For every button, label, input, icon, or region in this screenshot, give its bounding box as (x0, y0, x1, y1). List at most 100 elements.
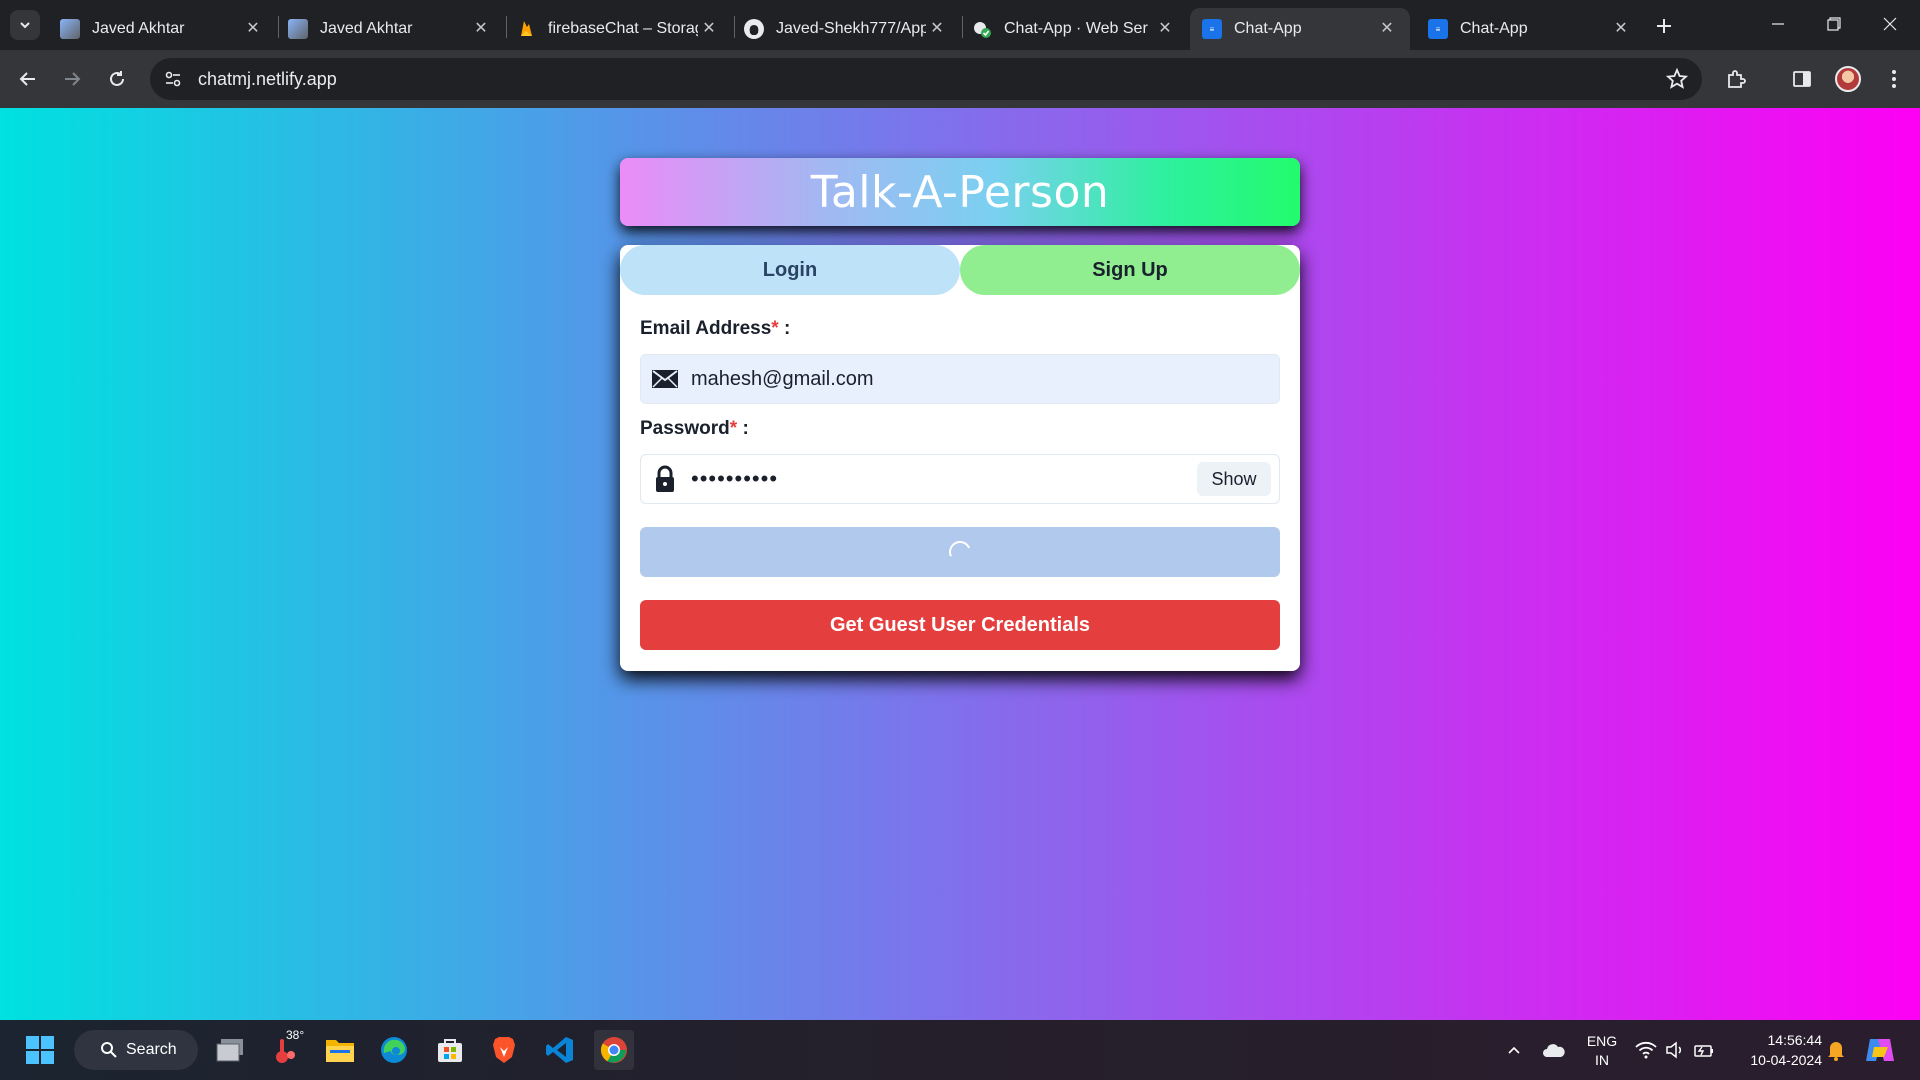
email-field[interactable] (640, 354, 1280, 404)
weather-widget[interactable]: 38° (266, 1028, 306, 1070)
password-input[interactable]: •••••••••• (691, 466, 1279, 492)
profile-button[interactable] (1832, 63, 1864, 95)
taskbar: Search 38° ENG IN 14:56:44 10-04-2024 (0, 1020, 1920, 1080)
app-header: Talk-A-Person (620, 158, 1300, 226)
menu-button[interactable] (1878, 63, 1910, 95)
browser-tab-strip: Javed Akhtar ✕ Javed Akhtar ✕ firebaseCh… (0, 0, 1920, 50)
app-title: Talk-A-Person (810, 166, 1110, 218)
chrome-button[interactable] (594, 1030, 634, 1070)
copilot-button[interactable] (1860, 1030, 1900, 1070)
minimize-icon (1772, 23, 1784, 25)
task-view-icon (216, 1039, 243, 1062)
email-label: Email Address* : (640, 318, 790, 340)
close-icon[interactable]: ✕ (1156, 19, 1174, 37)
envelope-icon (651, 365, 679, 393)
arrow-left-icon (19, 72, 35, 86)
label-suffix: : (737, 418, 749, 439)
arrow-right-icon (65, 72, 81, 86)
start-button[interactable] (20, 1030, 60, 1070)
brave-lion-icon (493, 1037, 515, 1063)
tab-signup[interactable]: Sign Up (960, 245, 1300, 295)
show-hidden-icons-button[interactable] (1494, 1030, 1534, 1070)
search-label: Search (126, 1041, 177, 1058)
tab-search-button[interactable] (10, 10, 40, 40)
browser-tab[interactable]: Javed Akhtar ✕ (48, 8, 276, 50)
close-icon (1883, 17, 1897, 31)
email-input[interactable] (691, 367, 1279, 391)
vscode-button[interactable] (540, 1030, 580, 1070)
close-window-button[interactable] (1868, 8, 1912, 40)
label-suffix: : (778, 318, 791, 339)
required-mark: * (771, 318, 779, 339)
onedrive-button[interactable] (1534, 1030, 1574, 1070)
brave-button[interactable] (484, 1030, 524, 1070)
puzzle-icon (1728, 70, 1746, 88)
browser-tab[interactable]: firebaseChat – Storag ✕ (504, 8, 732, 50)
edge-icon (381, 1037, 407, 1063)
side-panel-button[interactable] (1786, 63, 1818, 95)
tab-title: firebaseChat – Storag (548, 20, 698, 37)
address-bar[interactable]: chatmj.netlify.app (150, 58, 1702, 100)
tune-icon (165, 71, 181, 87)
vscode-icon (546, 1037, 573, 1063)
chrome-icon (600, 1037, 627, 1063)
close-icon[interactable]: ✕ (1612, 19, 1630, 37)
password-field[interactable]: •••••••••• Show (640, 454, 1280, 504)
person-avatar-icon (288, 19, 308, 39)
github-icon (744, 19, 764, 39)
weather-temp: 38° (286, 1028, 305, 1042)
bookmark-star-icon[interactable] (1665, 67, 1689, 90)
volume-icon (1666, 1041, 1682, 1059)
close-icon[interactable]: ✕ (928, 19, 946, 37)
tab-title: Javed Akhtar (320, 20, 413, 37)
forward-button[interactable] (56, 63, 88, 95)
show-password-button[interactable]: Show (1197, 462, 1271, 496)
file-explorer-button[interactable] (320, 1030, 360, 1070)
task-view-button[interactable] (210, 1030, 250, 1070)
tab-title: Chat-App · Web Ser (1004, 20, 1148, 37)
reload-icon (110, 71, 124, 86)
region-code: IN (1595, 1052, 1609, 1068)
browser-tab-active[interactable]: ≡ Chat-App ✕ (1190, 8, 1410, 50)
browser-toolbar: chatmj.netlify.app (0, 50, 1920, 108)
password-label: Password* : (640, 418, 749, 440)
site-info-button[interactable] (158, 64, 188, 94)
notifications-button[interactable] (1816, 1030, 1856, 1070)
close-icon[interactable]: ✕ (1378, 19, 1396, 37)
reload-button[interactable] (101, 63, 133, 95)
windows-logo-icon (26, 1036, 54, 1064)
browser-tab[interactable]: ≡ Chat-App ✕ (1416, 8, 1644, 50)
language-indicator[interactable]: ENG IN (1580, 1032, 1624, 1070)
clock-date: 10-04-2024 (1750, 1052, 1822, 1068)
guest-credentials-button[interactable]: Get Guest User Credentials (640, 600, 1280, 650)
email-label-text: Email Address (640, 318, 772, 339)
submit-button-loading[interactable] (640, 527, 1280, 577)
auth-tabs: Login Sign Up (620, 245, 1300, 295)
browser-tab[interactable]: Chat-App · Web Ser ✕ (960, 8, 1188, 50)
wifi-icon (1635, 1041, 1657, 1059)
new-tab-button[interactable] (1650, 12, 1678, 40)
browser-tab[interactable]: Javed Akhtar ✕ (276, 8, 504, 50)
quick-settings-button[interactable] (1630, 1030, 1720, 1070)
lock-icon (651, 465, 679, 493)
close-icon[interactable]: ✕ (472, 19, 490, 37)
person-avatar-icon (60, 19, 80, 39)
tab-login[interactable]: Login (620, 245, 960, 295)
back-button[interactable] (12, 63, 44, 95)
render-icon (972, 19, 992, 39)
close-icon[interactable]: ✕ (244, 19, 262, 37)
tab-title: Chat-App (1234, 20, 1302, 37)
close-icon[interactable]: ✕ (700, 19, 718, 37)
chevron-down-icon (20, 22, 30, 29)
taskbar-search[interactable]: Search (74, 1030, 198, 1070)
more-vertical-icon (1892, 70, 1896, 88)
url-text[interactable]: chatmj.netlify.app (198, 69, 337, 90)
edge-button[interactable] (374, 1030, 414, 1070)
microsoft-store-button[interactable] (430, 1030, 470, 1070)
chat-app-icon: ≡ (1428, 19, 1448, 39)
extensions-button[interactable] (1720, 63, 1752, 95)
minimize-button[interactable] (1756, 8, 1800, 40)
restore-button[interactable] (1812, 8, 1856, 40)
clock[interactable]: 14:56:44 10-04-2024 (1730, 1030, 1822, 1070)
browser-tab[interactable]: Javed-Shekh777/App ✕ (732, 8, 960, 50)
